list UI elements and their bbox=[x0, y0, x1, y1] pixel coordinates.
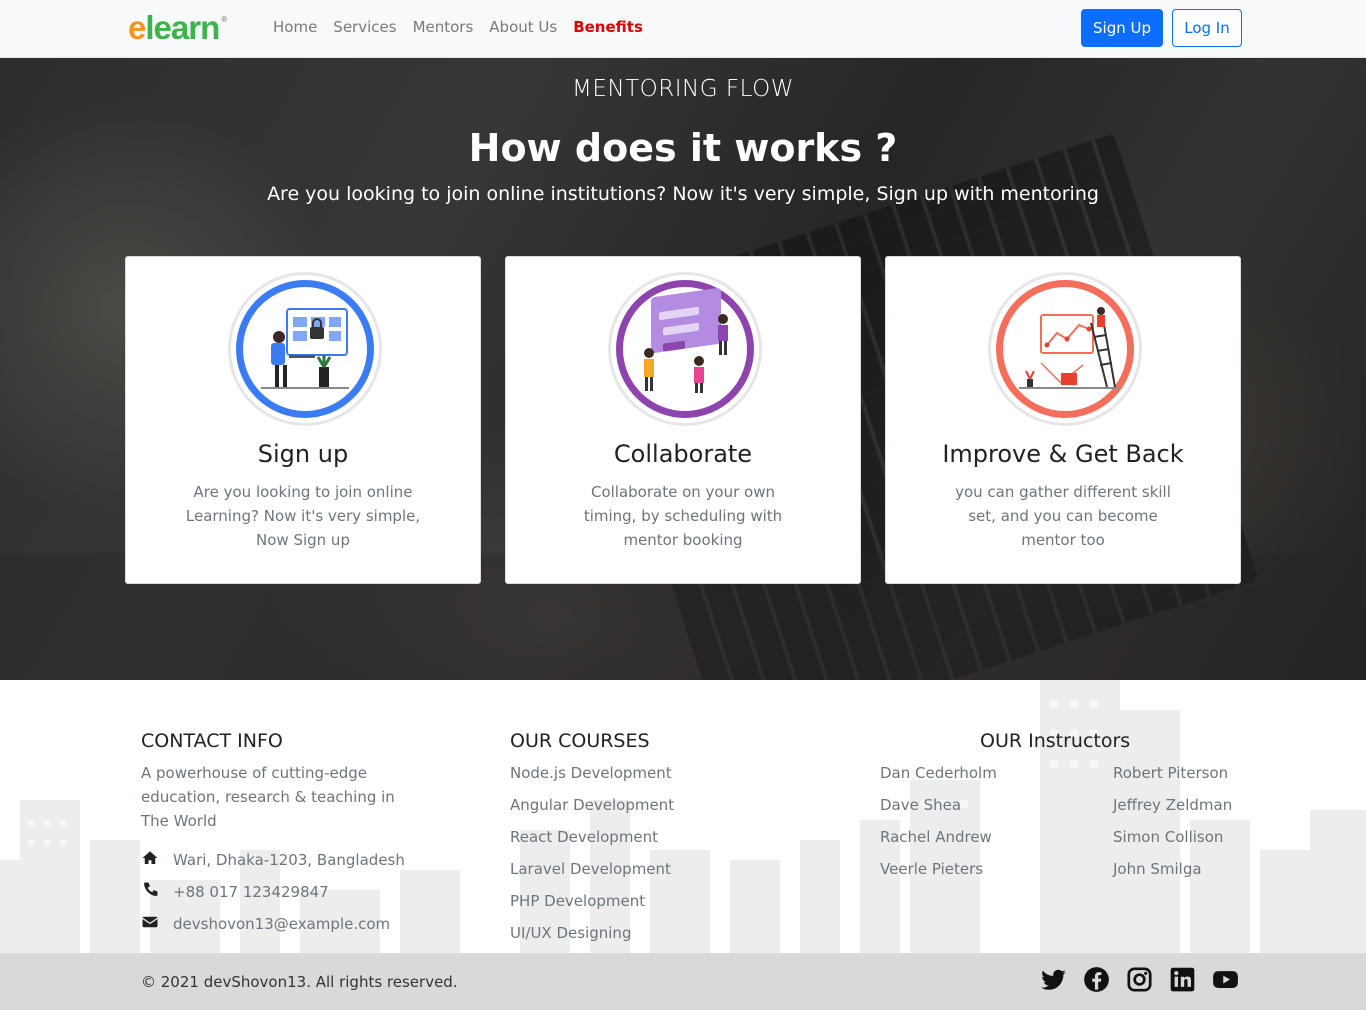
card-collaborate: Collaborate Collaborate on your own timi… bbox=[505, 256, 861, 584]
sign-up-illustration bbox=[231, 275, 379, 423]
elearn-logo[interactable]: e learn ® bbox=[128, 9, 227, 47]
address-text: Wari, Dhaka-1203, Bangladesh bbox=[173, 851, 405, 869]
logo-e: e bbox=[128, 9, 146, 46]
card-title: Sign up bbox=[257, 440, 349, 468]
youtube-icon[interactable] bbox=[1212, 966, 1239, 993]
contact-info-title: CONTACT INFO bbox=[141, 730, 283, 752]
home-icon bbox=[141, 849, 159, 871]
course-link[interactable]: UI/UX Designing bbox=[510, 921, 674, 953]
our-instructors-title: OUR Instructors bbox=[980, 730, 1131, 752]
course-link[interactable]: PHP Development bbox=[510, 889, 674, 921]
course-link[interactable]: Angular Development bbox=[510, 793, 674, 825]
mentoring-flow-section: MENTORING FLOW How does it works ? Are y… bbox=[0, 58, 1366, 680]
section-title: How does it works ? bbox=[468, 126, 898, 170]
collaborate-illustration bbox=[611, 275, 759, 423]
log-in-button[interactable]: Log In bbox=[1172, 9, 1242, 47]
contact-info-text: A powerhouse of cutting-edge education, … bbox=[141, 764, 395, 830]
improve-illustration bbox=[991, 275, 1139, 423]
nav-links: Home Services Mentors About Us Benefits bbox=[273, 18, 643, 36]
card-text: Collaborate on your own timing, by sched… bbox=[583, 483, 783, 549]
email-text[interactable]: devshovon13@example.com bbox=[173, 915, 390, 933]
card-sign-up: Sign up Are you looking to join online L… bbox=[125, 256, 481, 584]
copyright-bar: © 2021 devShovon13. All rights reserved. bbox=[0, 953, 1366, 1010]
nav-about-us[interactable]: About Us bbox=[489, 18, 557, 36]
card-title: Collaborate bbox=[613, 440, 753, 468]
course-link[interactable]: Node.js Development bbox=[510, 761, 674, 793]
instructors-list-2: Robert Piterson Jeffrey Zeldman Simon Co… bbox=[1113, 761, 1232, 889]
instructors-list-1: Dan Cederholm Dave Shea Rachel Andrew Ve… bbox=[880, 761, 997, 889]
nav-home[interactable]: Home bbox=[273, 18, 317, 36]
footer: CONTACT INFO A powerhouse of cutting-edg… bbox=[0, 680, 1366, 953]
courses-list: Node.js Development Angular Development … bbox=[510, 761, 674, 953]
instagram-icon[interactable] bbox=[1126, 966, 1153, 993]
nav-benefits[interactable]: Benefits bbox=[573, 18, 643, 36]
phone-text: +88 017 123429847 bbox=[173, 883, 329, 901]
card-title: Improve & Get Back bbox=[942, 440, 1184, 468]
contact-email: devshovon13@example.com bbox=[141, 913, 390, 935]
sign-up-button[interactable]: Sign Up bbox=[1081, 9, 1163, 47]
instructor-link[interactable]: Robert Piterson bbox=[1113, 761, 1232, 793]
instructor-link[interactable]: Jeffrey Zeldman bbox=[1113, 793, 1232, 825]
instructor-link[interactable]: Dave Shea bbox=[880, 793, 997, 825]
social-links bbox=[1040, 966, 1239, 993]
instructor-link[interactable]: Veerle Pieters bbox=[880, 857, 997, 889]
nav-services[interactable]: Services bbox=[333, 18, 396, 36]
envelope-icon bbox=[141, 913, 159, 935]
instructor-link[interactable]: Simon Collison bbox=[1113, 825, 1232, 857]
contact-address: Wari, Dhaka-1203, Bangladesh bbox=[141, 849, 405, 871]
course-link[interactable]: Laravel Development bbox=[510, 857, 674, 889]
twitter-icon[interactable] bbox=[1040, 966, 1067, 993]
facebook-icon[interactable] bbox=[1083, 966, 1110, 993]
copyright-text: © 2021 devShovon13. All rights reserved. bbox=[141, 973, 458, 991]
our-courses-title: OUR COURSES bbox=[510, 730, 650, 752]
card-text: you can gather different skill set, and … bbox=[955, 483, 1171, 549]
instructor-link[interactable]: John Smilga bbox=[1113, 857, 1232, 889]
section-subtitle: MENTORING FLOW bbox=[572, 76, 794, 102]
linkedin-icon[interactable] bbox=[1169, 966, 1196, 993]
section-description: Are you looking to join online instituti… bbox=[267, 183, 1099, 205]
nav-mentors[interactable]: Mentors bbox=[413, 18, 474, 36]
contact-phone: +88 017 123429847 bbox=[141, 881, 329, 903]
card-improve-get-back: Improve & Get Back you can gather differ… bbox=[885, 256, 1241, 584]
navbar: e learn ® Home Services Mentors About Us B… bbox=[0, 0, 1366, 58]
logo-registered: ® bbox=[221, 15, 227, 24]
course-link[interactable]: React Development bbox=[510, 825, 674, 857]
phone-icon bbox=[141, 881, 159, 903]
card-text: Are you looking to join online Learning?… bbox=[185, 483, 421, 549]
logo-learn: learn bbox=[145, 9, 220, 46]
instructor-link[interactable]: Dan Cederholm bbox=[880, 761, 997, 793]
instructor-link[interactable]: Rachel Andrew bbox=[880, 825, 997, 857]
